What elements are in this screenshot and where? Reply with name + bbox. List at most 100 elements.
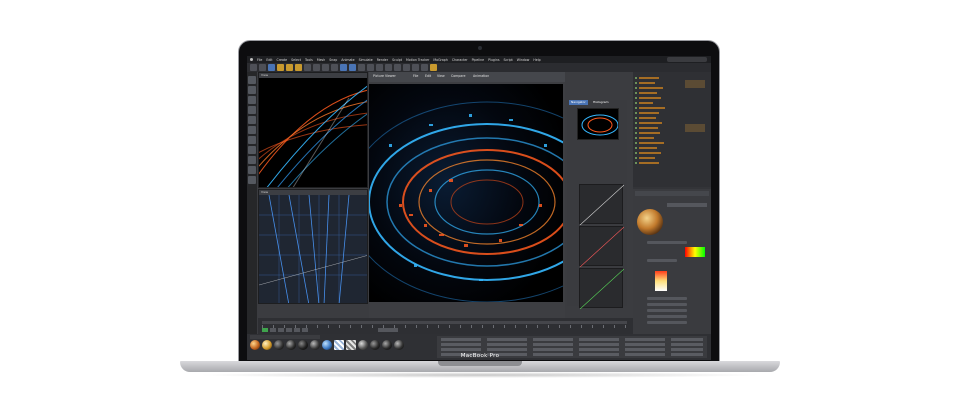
light-icon[interactable] (430, 64, 437, 71)
visibility-dot-icon[interactable] (635, 132, 637, 134)
mix-mode-field[interactable] (647, 297, 687, 300)
material-swatch[interactable] (298, 340, 308, 350)
material-swatch[interactable] (394, 340, 404, 350)
gradient-preview[interactable] (655, 271, 667, 291)
viewport-menu-view[interactable]: View (261, 73, 268, 77)
list-item[interactable] (635, 96, 681, 100)
navigator-thumbnail[interactable] (577, 108, 619, 140)
visibility-dot-icon[interactable] (635, 82, 637, 84)
brightness-field[interactable] (647, 259, 677, 262)
material-swatch[interactable] (262, 340, 272, 350)
subdivision-icon[interactable] (385, 64, 392, 71)
tab-histogram[interactable]: Histogram (591, 100, 611, 105)
list-item[interactable] (635, 131, 681, 135)
select-tool-icon[interactable] (268, 64, 275, 71)
menu-item[interactable]: Motion Tracker (406, 58, 429, 62)
pv-menu-file[interactable]: File (413, 74, 418, 78)
pv-menu-animation[interactable]: Animation (473, 74, 489, 78)
diffuse-level-field[interactable] (647, 321, 687, 324)
visibility-dot-icon[interactable] (635, 87, 637, 89)
menu-item[interactable]: Window (517, 58, 530, 62)
menu-item[interactable]: Tools (305, 58, 313, 62)
visibility-dot-icon[interactable] (635, 137, 637, 139)
visibility-dot-icon[interactable] (635, 152, 637, 154)
timeline-track[interactable] (262, 321, 627, 324)
visibility-dot-icon[interactable] (635, 112, 637, 114)
viewport-menu-view[interactable]: View (261, 190, 268, 194)
floor-icon[interactable] (412, 64, 419, 71)
diffuse-falloff-field[interactable] (647, 315, 687, 318)
snap-icon[interactable] (248, 156, 256, 164)
list-item[interactable] (635, 86, 681, 90)
visibility-dot-icon[interactable] (635, 157, 637, 159)
mix-strength-field[interactable] (647, 303, 687, 306)
pv-menu-edit[interactable]: Edit (425, 74, 431, 78)
list-item[interactable] (635, 76, 681, 80)
curve-graph-green[interactable] (579, 268, 625, 310)
color-field[interactable] (647, 241, 687, 244)
play-icon[interactable] (286, 328, 292, 332)
material-swatch[interactable] (250, 340, 260, 350)
visibility-dot-icon[interactable] (635, 162, 637, 164)
list-item[interactable] (635, 161, 681, 165)
pen-icon[interactable] (376, 64, 383, 71)
color-picker[interactable] (685, 247, 705, 257)
model-field[interactable] (647, 309, 687, 312)
pv-menu-view[interactable]: View (437, 74, 445, 78)
curve-graph-red[interactable] (579, 226, 625, 268)
menu-item[interactable]: MoGraph (433, 58, 447, 62)
redo-icon[interactable] (259, 64, 266, 71)
undo-icon[interactable] (250, 64, 257, 71)
material-swatch[interactable] (358, 340, 368, 350)
tag-icons[interactable] (685, 124, 705, 132)
menu-item[interactable]: Character (452, 58, 468, 62)
visibility-dot-icon[interactable] (635, 142, 637, 144)
top-viewport[interactable]: View (258, 189, 368, 304)
material-tab-strip[interactable] (667, 203, 707, 207)
menu-item[interactable]: File (257, 58, 262, 62)
list-item[interactable] (635, 111, 681, 115)
menu-item[interactable]: Render (377, 58, 388, 62)
menu-item[interactable]: Select (291, 58, 301, 62)
menu-item[interactable]: Pipeline (472, 58, 484, 62)
polygons-mode-icon[interactable] (248, 126, 256, 134)
timeline[interactable] (258, 318, 633, 334)
step-back-icon[interactable] (278, 328, 284, 332)
menu-item[interactable]: Edit (266, 58, 272, 62)
workplane-icon[interactable] (248, 96, 256, 104)
visibility-dot-icon[interactable] (635, 107, 637, 109)
enable-axis-icon[interactable] (248, 136, 256, 144)
z-axis-icon[interactable] (322, 64, 329, 71)
material-swatch[interactable] (370, 340, 380, 350)
visibility-dot-icon[interactable] (635, 102, 637, 104)
visibility-dot-icon[interactable] (635, 127, 637, 129)
menu-item[interactable]: Animate (341, 58, 354, 62)
x-axis-icon[interactable] (304, 64, 311, 71)
material-swatch[interactable] (322, 340, 332, 350)
model-mode-icon[interactable] (248, 76, 256, 84)
tweak-icon[interactable] (248, 146, 256, 154)
list-item[interactable] (635, 146, 681, 150)
material-sphere-icon[interactable] (637, 209, 663, 235)
go-to-end-icon[interactable] (302, 328, 308, 332)
points-mode-icon[interactable] (248, 106, 256, 114)
material-swatch[interactable] (334, 340, 344, 350)
camera-icon[interactable] (421, 64, 428, 71)
step-forward-icon[interactable] (294, 328, 300, 332)
coordinate-system-icon[interactable] (331, 64, 338, 71)
menu-item[interactable]: Create (277, 58, 288, 62)
menu-item[interactable]: Script (504, 58, 513, 62)
render-to-picture-viewer-icon[interactable] (349, 64, 356, 71)
viewport-solo-icon[interactable] (248, 176, 256, 184)
keyframe-mode-icon[interactable] (262, 328, 268, 332)
visibility-dot-icon[interactable] (635, 77, 637, 79)
render-view-icon[interactable] (340, 64, 347, 71)
render-image[interactable] (369, 84, 563, 302)
material-swatch[interactable] (310, 340, 320, 350)
visibility-dot-icon[interactable] (635, 122, 637, 124)
list-item[interactable] (635, 126, 681, 130)
list-item[interactable] (635, 101, 681, 105)
list-item[interactable] (635, 121, 681, 125)
frame-field[interactable] (378, 328, 398, 332)
material-swatch[interactable] (382, 340, 392, 350)
